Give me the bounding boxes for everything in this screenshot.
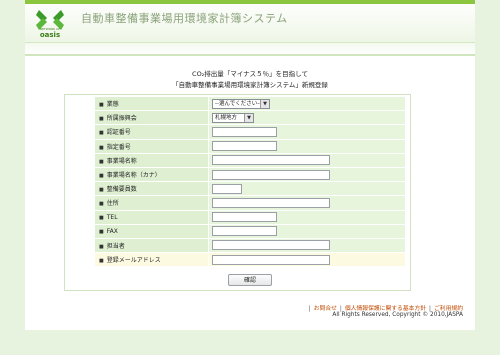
- form-label: 所属振興会: [106, 115, 137, 123]
- form-row: ■ FAX: [94, 223, 406, 239]
- form-label: 登録メールアドレス: [106, 257, 161, 265]
- bullet-square-icon: ■: [99, 102, 104, 109]
- bullet-square-icon: ■: [99, 201, 104, 208]
- bullet-square-icon: ■: [99, 243, 104, 250]
- form-label: 指定番号: [106, 143, 131, 151]
- registration-form: ■ 業態 --選んでください-- ▼ ■ 所属振興会 札幌地方 ▼ ■ 認証番号 ■ 指定番号 ■ 事業場…: [94, 95, 406, 268]
- form-value-cell: [208, 181, 406, 197]
- form-input[interactable]: [212, 169, 330, 180]
- form-row: ■ TEL: [94, 209, 406, 225]
- form-row: ■ 担当者: [94, 237, 406, 254]
- form-label: 業態: [106, 101, 119, 109]
- form-input[interactable]: [212, 240, 330, 251]
- form-input[interactable]: [212, 183, 242, 194]
- form-value-cell: [208, 138, 406, 154]
- form-label: 担当者: [106, 242, 125, 250]
- form-select[interactable]: 札幌地方 ▼: [212, 112, 254, 123]
- form-value-cell: [208, 166, 406, 183]
- form-row: ■ 業態 --選んでください-- ▼: [94, 95, 406, 112]
- header-divider: [25, 54, 475, 56]
- bullet-square-icon: ■: [99, 187, 104, 194]
- form-label: 住所: [106, 200, 119, 208]
- form-label-cell: ■ 登録メールアドレス: [94, 252, 209, 268]
- form-row: ■ 住所: [94, 195, 406, 211]
- page-heading-slogan: CO₂排出量「マイナス５％」を目指して: [192, 70, 308, 78]
- form-label-cell: ■ 所属振興会: [94, 110, 209, 126]
- form-row: ■ 認証番号: [94, 124, 406, 140]
- form-row: ■ 事業場名称: [94, 152, 406, 168]
- confirm-button[interactable]: 確認: [228, 274, 272, 286]
- form-value-cell: [208, 223, 406, 239]
- form-input[interactable]: [212, 141, 277, 152]
- form-label: TEL: [106, 213, 118, 221]
- bullet-square-icon: ■: [99, 214, 104, 221]
- form-row: ■ 整備要員数: [94, 181, 406, 197]
- dropdown-arrow-icon[interactable]: ▼: [260, 99, 269, 108]
- form-row: ■ 登録メールアドレス: [94, 252, 406, 268]
- form-label: FAX: [106, 227, 118, 235]
- form-label-cell: ■ 事業場名称: [94, 152, 209, 168]
- form-input[interactable]: [212, 226, 277, 237]
- form-value-cell: --選んでください-- ▼: [208, 95, 406, 112]
- form-row: ■ 所属振興会 札幌地方 ▼: [94, 110, 406, 126]
- form-input[interactable]: [212, 126, 277, 137]
- select-value: --選んでください--: [215, 100, 262, 107]
- form-label-cell: ■ FAX: [94, 223, 209, 239]
- form-label-cell: ■ 事業場名称（カナ）: [94, 166, 209, 183]
- bullet-square-icon: ■: [99, 158, 104, 165]
- bullet-square-icon: ■: [99, 116, 104, 123]
- bullet-square-icon: ■: [99, 173, 104, 180]
- footer-copyright: All Rights Reserved, Copyright © 2010,JA…: [332, 312, 463, 318]
- footer-links: | お問合せ | 個人情報保護に関する基本方針 | ご利用規約: [306, 303, 463, 312]
- form-label-cell: ■ TEL: [94, 209, 209, 225]
- page-heading-title: 「自動車整備事業場用環境家計簿システム」新規登録: [172, 81, 328, 89]
- form-label-cell: ■ 担当者: [94, 237, 209, 254]
- form-value-cell: [208, 237, 406, 254]
- form-input[interactable]: [212, 212, 277, 223]
- form-label: 事業場名称: [106, 157, 137, 165]
- bullet-square-icon: ■: [99, 130, 104, 137]
- form-input[interactable]: [212, 155, 330, 166]
- form-label: 認証番号: [106, 129, 131, 137]
- header-accent-bar: [25, 0, 475, 4]
- select-value: 札幌地方: [215, 114, 238, 121]
- form-label-cell: ■ 認証番号: [94, 124, 209, 140]
- form-row: ■ 事業場名称（カナ）: [94, 166, 406, 183]
- app-title: 自動車整備事業場用環境家計簿システム: [81, 12, 288, 25]
- form-value-cell: [208, 152, 406, 168]
- bullet-square-icon: ■: [99, 228, 104, 235]
- form-label-cell: ■ 住所: [94, 195, 209, 211]
- form-input[interactable]: [212, 197, 330, 208]
- footer-separator: |: [308, 306, 311, 312]
- site-header: NETWORK OF oasis 自動車整備事業場用環境家計簿システム: [25, 0, 475, 42]
- form-label: 整備要員数: [106, 186, 137, 194]
- form-row: ■ 指定番号: [94, 138, 406, 154]
- dropdown-arrow-icon[interactable]: ▼: [244, 113, 253, 122]
- right-margin: [475, 0, 500, 355]
- bullet-square-icon: ■: [99, 258, 104, 265]
- form-select[interactable]: --選んでください-- ▼: [212, 98, 270, 109]
- bullet-square-icon: ■: [99, 144, 104, 151]
- form-value-cell: [208, 124, 406, 140]
- form-value-cell: [208, 209, 406, 225]
- form-label-cell: ■ 指定番号: [94, 138, 209, 154]
- form-label: 事業場名称（カナ）: [106, 172, 161, 180]
- form-value-cell: [208, 252, 406, 268]
- form-label-cell: ■ 業態: [94, 95, 209, 112]
- logo-text: oasis: [39, 31, 61, 39]
- form-value-cell: [208, 195, 406, 211]
- form-input[interactable]: [212, 254, 330, 265]
- form-value-cell: 札幌地方 ▼: [208, 110, 406, 126]
- form-label-cell: ■ 整備要員数: [94, 181, 209, 197]
